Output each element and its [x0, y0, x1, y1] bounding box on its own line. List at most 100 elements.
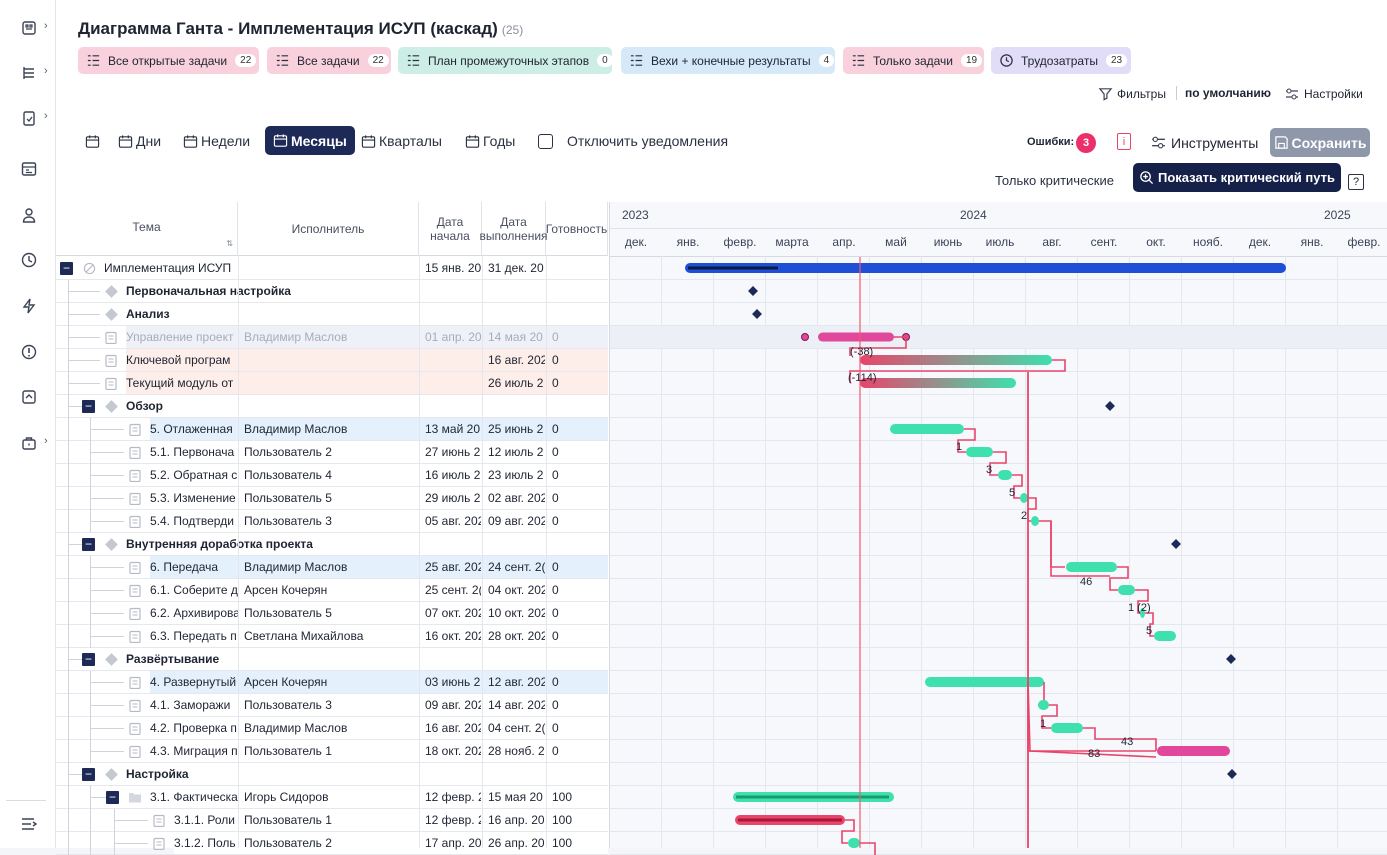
collapse-toggle[interactable]: − [82, 768, 95, 781]
task-progress[interactable]: 0 [552, 625, 607, 647]
clock-icon[interactable] [18, 249, 40, 271]
task-start-date[interactable]: 27 июнь 2 [425, 441, 481, 463]
task-progress[interactable]: 0 [552, 717, 607, 739]
task-end-date[interactable]: 16 апр. 20 [488, 809, 545, 831]
chevron-right-icon[interactable]: › [44, 20, 48, 32]
calendar-button[interactable] [85, 128, 103, 154]
task-progress[interactable]: 0 [552, 418, 607, 440]
task-start-date[interactable]: 17 апр. 20 [425, 832, 481, 854]
table-row[interactable]: − Обзор [56, 395, 608, 418]
task-bar[interactable] [1031, 516, 1039, 526]
task-end-date[interactable]: 14 мая 20 [488, 326, 545, 348]
task-topic[interactable]: 4.3. Миграция п [150, 740, 238, 762]
task-end-date[interactable]: 23 июль 2 [488, 464, 545, 486]
task-start-date[interactable]: 16 авг. 202 [425, 717, 481, 739]
task-assignee[interactable]: Арсен Кочерян [244, 579, 416, 601]
briefcase-icon[interactable] [18, 432, 40, 454]
scale-1[interactable]: Недели [183, 128, 250, 154]
filters-button[interactable]: Фильтры [1098, 86, 1166, 101]
task-end-date[interactable]: 24 сент. 2( [488, 556, 545, 578]
task-start-date[interactable]: 12 февр. 2 [425, 786, 481, 808]
filter-chip-1[interactable]: Все задачи 22 [267, 47, 391, 74]
chevron-right-icon[interactable]: › [44, 110, 48, 122]
task-topic[interactable]: 6.1. Соберите д [150, 579, 238, 601]
task-start-date[interactable]: 09 авг. 202 [425, 694, 481, 716]
table-row[interactable]: 6.1. Соберите д Арсен Кочерян 25 сент. 2(0… [56, 579, 608, 602]
task-end-date[interactable]: 14 авг. 202 [488, 694, 545, 716]
table-row[interactable]: Первоначальная настройка [56, 280, 608, 303]
task-end-date[interactable]: 16 авг. 202 [488, 349, 545, 371]
table-row[interactable]: 4. Развернутый Арсен Кочерян 03 июнь 2 12 а… [56, 671, 608, 694]
collapse-toggle[interactable]: − [106, 791, 119, 804]
task-bar[interactable] [966, 447, 993, 457]
task-end-date[interactable]: 26 июль 2 [488, 372, 545, 394]
task-topic[interactable]: 4.2. Проверка п [150, 717, 238, 739]
task-bar[interactable] [925, 677, 1044, 687]
task-topic[interactable]: 4. Развернутый [150, 671, 238, 693]
task-end-date[interactable]: 26 апр. 20 [488, 832, 545, 854]
milestone-marker[interactable] [752, 309, 762, 319]
task-assignee[interactable] [244, 349, 416, 371]
collapse-toggle[interactable]: − [82, 653, 95, 666]
task-progress[interactable]: 0 [552, 579, 607, 601]
task-topic[interactable]: Текущий модуль от [126, 372, 238, 394]
chevron-right-icon[interactable]: › [44, 65, 48, 77]
task-progress[interactable]: 0 [552, 671, 607, 693]
task-assignee[interactable]: Пользователь 2 [244, 441, 416, 463]
table-row[interactable]: 6.2. Архивирова Пользователь 5 07 окт. 202… [56, 602, 608, 625]
task-start-date[interactable]: 16 окт. 202 [425, 625, 481, 647]
task-assignee[interactable]: Пользователь 3 [244, 510, 416, 532]
save-button[interactable]: Сохранить [1270, 128, 1370, 157]
task-progress[interactable]: 100 [552, 809, 607, 831]
notify-toggle[interactable]: Отключить уведомления [538, 128, 728, 154]
table-row[interactable]: 3.1.2. Поль Пользователь 2 17 апр. 20 26 ап… [56, 832, 608, 855]
sort-icon[interactable]: ⇅ [226, 237, 233, 251]
task-assignee[interactable]: Пользователь 1 [244, 809, 416, 831]
task-topic[interactable]: 6.3. Передать п [150, 625, 238, 647]
table-row[interactable]: Ключевой програм 16 авг. 202 0 [56, 349, 608, 372]
task-topic[interactable]: Настройка [126, 763, 608, 785]
task-start-date[interactable]: 07 окт. 202 [425, 602, 481, 624]
task-topic[interactable]: 5.3. Изменение [150, 487, 238, 509]
task-topic[interactable]: 4.1. Заморажи [150, 694, 238, 716]
task-end-date[interactable]: 10 окт. 202 [488, 602, 545, 624]
task-topic[interactable]: Первоначальная настройка [126, 280, 608, 302]
task-bar[interactable] [848, 838, 860, 848]
collapse-toggle[interactable]: − [60, 262, 73, 275]
milestone-marker[interactable] [1105, 401, 1115, 411]
task-topic[interactable]: 5.4. Подтверди [150, 510, 238, 532]
task-topic[interactable]: 3.1.2. Поль [174, 832, 238, 854]
table-row[interactable]: − Развёртывание [56, 648, 608, 671]
task-progress[interactable]: 0 [552, 556, 607, 578]
task-assignee[interactable]: Владимир Маслов [244, 717, 416, 739]
milestone-marker[interactable] [748, 286, 758, 296]
alert-icon[interactable] [18, 341, 40, 363]
task-assignee[interactable]: Пользователь 4 [244, 464, 416, 486]
task-progress[interactable]: 0 [552, 487, 607, 509]
scale-4[interactable]: Годы [465, 128, 515, 154]
dependency-link[interactable] [1039, 520, 1065, 568]
filter-chip-3[interactable]: Вехи + конечные результаты 4 [621, 47, 835, 74]
link-endpoint[interactable] [801, 333, 809, 341]
dashboard-icon[interactable] [18, 17, 40, 39]
calendar-board-icon[interactable] [18, 158, 40, 180]
task-assignee[interactable]: Арсен Кочерян [244, 671, 416, 693]
collapse-toggle[interactable]: − [82, 400, 95, 413]
dependency-link[interactable] [1027, 681, 1157, 758]
table-row[interactable]: 5.2. Обратная с Пользователь 4 16 июль 2 23… [56, 464, 608, 487]
col-end-header[interactable]: Дата выполнения [479, 202, 548, 256]
task-topic[interactable]: 5.2. Обратная с [150, 464, 238, 486]
task-topic[interactable]: 3.1. Фактическа [150, 786, 238, 808]
task-start-date[interactable]: 01 апр. 20 [425, 326, 481, 348]
task-topic[interactable]: 6.2. Архивирова [150, 602, 238, 624]
task-progress[interactable] [552, 257, 607, 279]
filter-default[interactable]: по умолчанию [1176, 86, 1271, 100]
task-start-date[interactable]: 29 июль 2 [425, 487, 481, 509]
task-assignee[interactable]: Пользователь 3 [244, 694, 416, 716]
task-bar[interactable] [890, 424, 964, 434]
task-start-date[interactable]: 16 июль 2 [425, 464, 481, 486]
box-up-icon[interactable] [18, 386, 40, 408]
task-end-date[interactable]: 09 авг. 202 [488, 510, 545, 532]
task-start-date[interactable]: 03 июнь 2 [425, 671, 481, 693]
task-bar[interactable] [1154, 631, 1176, 641]
